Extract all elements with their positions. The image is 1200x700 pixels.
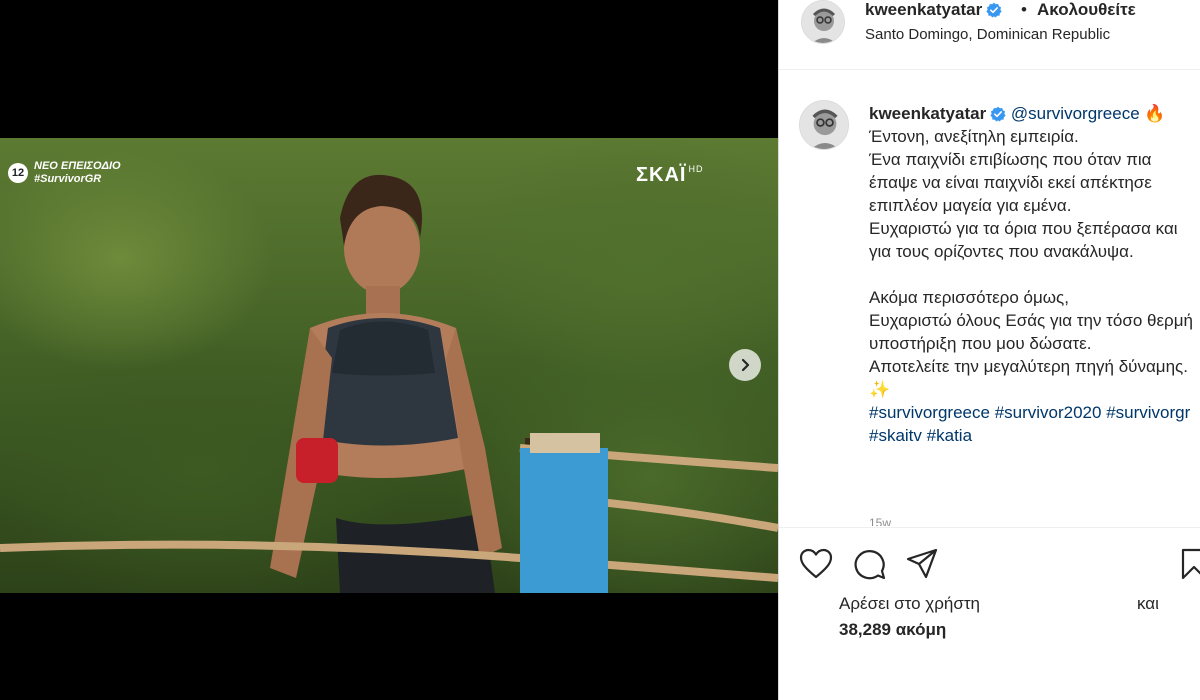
heart-icon xyxy=(799,548,833,579)
network-logo-text: ΣΚΑΪ xyxy=(636,164,687,186)
verified-badge-icon xyxy=(990,106,1006,122)
fire-emoji: 🔥 xyxy=(1144,104,1166,123)
hashtag-link[interactable]: #survivorgr xyxy=(1106,403,1190,422)
channel-number: 12 xyxy=(8,163,28,183)
sparkle-emoji: ✨ xyxy=(869,380,891,399)
post-caption: kweenkatyatar @survivorgreece 🔥 Έντονη, … xyxy=(779,96,1200,526)
hashtag-link[interactable]: #katia xyxy=(927,426,972,445)
media-pane: 12 ΝΕΟ ΕΠΕΙΣΟΔΙΟ #SurvivorGR ΣΚΑΪ HD xyxy=(0,0,778,700)
caption-line: Έντονη, ανεξίτηλη εμπειρία. xyxy=(869,127,1079,146)
comment-button[interactable] xyxy=(853,548,887,585)
avatar-image xyxy=(802,1,844,43)
post-location[interactable]: Santo Domingo, Dominican Republic xyxy=(865,26,1110,43)
post-side-pane: kweenkatyatar • Ακολουθείτε Santo Doming… xyxy=(778,0,1200,700)
liked-by-text[interactable]: Αρέσει στο χρήστη xyxy=(839,594,980,614)
share-button[interactable] xyxy=(905,548,939,585)
chevron-right-icon xyxy=(741,358,750,372)
post-actions: Αρέσει στο χρήστη και 38,289 ακόμη xyxy=(779,527,1200,700)
caption-line: Ένα παιχνίδι επιβίωσης που όταν πια έπαψ… xyxy=(869,150,1152,215)
hashtag-link[interactable]: #survivor2020 xyxy=(995,403,1102,422)
badge-line-1: ΝΕΟ ΕΠΕΙΣΟΔΙΟ xyxy=(34,160,121,172)
likes-count[interactable]: 38,289 ακόμη xyxy=(839,620,946,640)
mention-link[interactable]: @survivorgreece xyxy=(1011,104,1140,123)
ring-ropes xyxy=(0,433,778,593)
badge-line-2: #SurvivorGR xyxy=(34,173,102,185)
caption-line: Ευχαριστώ για τα όρια που ξεπέρασα και γ… xyxy=(869,219,1178,261)
episode-badge: 12 ΝΕΟ ΕΠΕΙΣΟΔΙΟ #SurvivorGR xyxy=(8,160,121,186)
caption-line: Αποτελείτε την μεγαλύτερη πηγή δύναμης. xyxy=(869,357,1188,376)
hashtag-link[interactable]: #skaitv xyxy=(869,426,922,445)
post-header: kweenkatyatar • Ακολουθείτε Santo Doming… xyxy=(779,0,1200,70)
caption-line: Ευχαριστώ όλους Εσάς για την τόσο θερμή … xyxy=(869,311,1193,353)
caption-line: Ακόμα περισσότερο όμως, xyxy=(869,288,1069,307)
like-button[interactable] xyxy=(799,548,833,585)
network-logo: ΣΚΑΪ HD xyxy=(636,164,703,187)
caption-text: kweenkatyatar @survivorgreece 🔥 Έντονη, … xyxy=(869,102,1194,447)
header-username[interactable]: kweenkatyatar xyxy=(865,0,1002,20)
following-button[interactable]: Ακολουθείτε xyxy=(1037,0,1136,20)
bookmark-icon xyxy=(1181,548,1200,580)
post-photo[interactable]: 12 ΝΕΟ ΕΠΕΙΣΟΔΙΟ #SurvivorGR ΣΚΑΪ HD xyxy=(0,138,778,593)
next-photo-button[interactable] xyxy=(729,349,761,381)
hashtag-row: #survivorgreece #survivor2020 #survivorg… xyxy=(869,401,1194,447)
network-logo-suffix: HD xyxy=(688,164,704,174)
comment-icon xyxy=(854,550,886,580)
avatar-image xyxy=(800,101,848,149)
liked-by-and: και xyxy=(1137,594,1159,613)
verified-badge-icon xyxy=(986,2,1002,18)
hashtag-link[interactable]: #survivorgreece xyxy=(869,403,990,422)
caption-time: 15w xyxy=(869,516,892,526)
caption-avatar[interactable] xyxy=(799,100,849,150)
avatar[interactable] xyxy=(801,0,845,44)
save-button[interactable] xyxy=(1181,548,1200,585)
caption-username[interactable]: kweenkatyatar xyxy=(869,104,986,123)
header-separator: • xyxy=(1021,0,1027,19)
send-icon xyxy=(906,548,938,579)
header-username-text[interactable]: kweenkatyatar xyxy=(865,0,982,19)
